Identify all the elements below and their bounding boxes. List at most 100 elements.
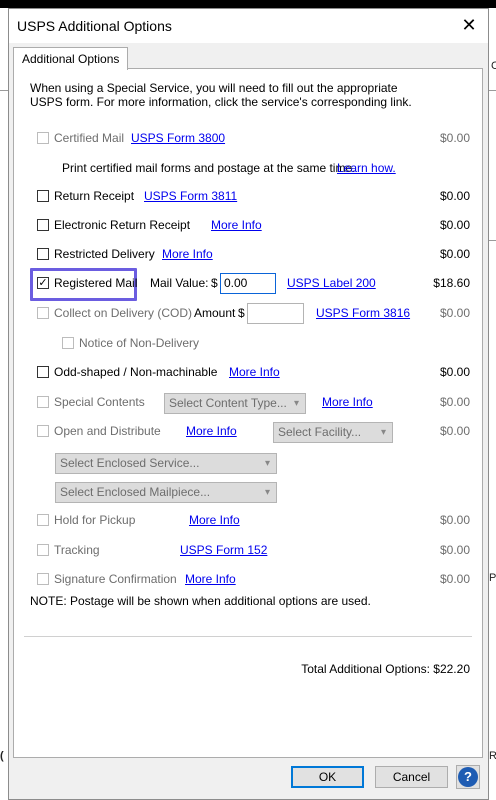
signature-confirmation-checkbox[interactable] [37, 573, 49, 585]
cod-checkbox[interactable] [37, 307, 49, 319]
return-receipt-link[interactable]: USPS Form 3811 [144, 189, 237, 203]
registered-mail-checkbox[interactable]: ✓ [37, 277, 49, 289]
cod-amount-label: Amount [194, 306, 236, 320]
option-notice-non-delivery: Notice of Non-Delivery [14, 334, 482, 356]
enclosed-service-value: Select Enclosed Service... [60, 456, 200, 470]
option-special-contents: Special Contents Select Content Type... … [14, 393, 482, 415]
registered-mail-link[interactable]: USPS Label 200 [287, 276, 376, 290]
certified-mail-link[interactable]: USPS Form 3800 [131, 131, 225, 145]
registered-mail-label: Registered Mail [54, 276, 138, 290]
background-divider [489, 90, 496, 91]
title-bar: USPS Additional Options ✕ [9, 9, 488, 43]
checkmark-icon: ✓ [38, 277, 48, 289]
cancel-button[interactable]: Cancel [375, 766, 448, 788]
help-icon: ? [458, 767, 478, 787]
ok-button[interactable]: OK [291, 766, 364, 788]
mail-value-label: Mail Value: [150, 276, 209, 290]
option-cod: Collect on Delivery (COD) Amount $ USPS … [14, 303, 482, 326]
special-contents-price: $0.00 [439, 395, 470, 409]
content-type-select[interactable]: Select Content Type... ▾ [164, 393, 306, 414]
tracking-price: $0.00 [439, 543, 470, 557]
usps-additional-options-dialog: USPS Additional Options ✕ Additional Opt… [8, 8, 489, 800]
cod-amount-input[interactable] [247, 303, 304, 324]
electronic-return-receipt-link[interactable]: More Info [211, 218, 262, 232]
mail-value-currency: $ [211, 276, 218, 290]
background-text: C [491, 60, 496, 72]
return-receipt-checkbox[interactable] [37, 190, 49, 202]
odd-shaped-link[interactable]: More Info [229, 365, 280, 379]
certified-note-row: Print certified mail forms and postage a… [14, 159, 482, 181]
chevron-down-icon: ▾ [264, 487, 270, 498]
special-contents-label: Special Contents [54, 395, 145, 409]
facility-select[interactable]: Select Facility... ▾ [273, 422, 393, 443]
facility-value: Select Facility... [278, 425, 362, 439]
option-restricted-delivery: Restricted Delivery More Info $0.00 [14, 245, 482, 267]
electronic-return-receipt-checkbox[interactable] [37, 219, 49, 231]
option-registered-mail: ✓ Registered Mail Mail Value: $ 0.00 USP… [14, 273, 482, 296]
open-distribute-link[interactable]: More Info [186, 424, 237, 438]
tracking-link[interactable]: USPS Form 152 [180, 543, 267, 557]
return-receipt-label: Return Receipt [54, 189, 135, 203]
certified-mail-label: Certified Mail [54, 131, 125, 145]
hold-pickup-checkbox[interactable] [37, 514, 49, 526]
hold-pickup-link[interactable]: More Info [189, 513, 240, 527]
option-open-distribute: Open and Distribute More Info Select Fac… [14, 422, 482, 444]
signature-confirmation-label: Signature Confirmation [54, 572, 177, 586]
notice-non-delivery-checkbox[interactable] [62, 337, 74, 349]
background-divider [0, 90, 8, 91]
cod-link[interactable]: USPS Form 3816 [316, 306, 410, 320]
option-hold-pickup: Hold for Pickup More Info $0.00 [14, 511, 482, 533]
option-return-receipt: Return Receipt USPS Form 3811 $0.00 [14, 187, 482, 209]
tab-additional-options[interactable]: Additional Options [13, 47, 129, 70]
chevron-down-icon: ▾ [264, 458, 270, 469]
tracking-label: Tracking [54, 543, 100, 557]
signature-confirmation-price: $0.00 [439, 572, 470, 586]
options-panel: When using a Special Service, you will n… [13, 68, 483, 758]
certified-mail-price: $0.00 [439, 131, 470, 145]
intro-text: When using a Special Service, you will n… [30, 81, 412, 109]
background-divider [489, 240, 496, 241]
odd-shaped-checkbox[interactable] [37, 366, 49, 378]
open-distribute-price: $0.00 [439, 424, 470, 438]
electronic-return-receipt-label: Electronic Return Receipt [54, 218, 191, 232]
certified-note-text: Print certified mail forms and postage a… [62, 161, 356, 175]
option-certified-mail: Certified Mail USPS Form 3800 $0.00 [14, 129, 482, 151]
screen-top-bar [0, 0, 496, 8]
restricted-delivery-price: $0.00 [439, 247, 470, 261]
background-text: Pr [489, 572, 496, 584]
option-signature-confirmation: Signature Confirmation More Info $0.00 [14, 570, 482, 592]
postage-note: NOTE: Postage will be shown when additio… [30, 594, 371, 608]
hold-pickup-price: $0.00 [439, 513, 470, 527]
odd-shaped-price: $0.00 [439, 365, 470, 379]
registered-mail-price: $18.60 [433, 276, 470, 290]
cod-currency: $ [238, 306, 245, 320]
restricted-delivery-link[interactable]: More Info [162, 247, 213, 261]
open-distribute-checkbox[interactable] [37, 425, 49, 437]
tracking-checkbox[interactable] [37, 544, 49, 556]
mail-value-input[interactable]: 0.00 [220, 273, 276, 294]
background-text: R [489, 750, 496, 762]
odd-shaped-label: Odd-shaped / Non-machinable [54, 365, 218, 379]
electronic-return-receipt-price: $0.00 [439, 218, 470, 232]
certified-mail-checkbox[interactable] [37, 132, 49, 144]
open-distribute-label: Open and Distribute [54, 424, 161, 438]
total-additional-options: Total Additional Options: $22.20 [301, 662, 470, 676]
restricted-delivery-checkbox[interactable] [37, 248, 49, 260]
option-odd-shaped: Odd-shaped / Non-machinable More Info $0… [14, 363, 482, 385]
chevron-down-icon: ▾ [293, 398, 299, 409]
return-receipt-price: $0.00 [439, 189, 470, 203]
background-text: ( [0, 750, 4, 762]
special-contents-link[interactable]: More Info [322, 395, 373, 409]
special-contents-checkbox[interactable] [37, 396, 49, 408]
option-tracking: Tracking USPS Form 152 $0.00 [14, 541, 482, 563]
close-icon[interactable]: ✕ [456, 13, 482, 37]
enclosed-mailpiece-value: Select Enclosed Mailpiece... [60, 485, 211, 499]
learn-how-link[interactable]: Learn how. [337, 161, 396, 175]
signature-confirmation-link[interactable]: More Info [185, 572, 236, 586]
enclosed-mailpiece-select[interactable]: Select Enclosed Mailpiece... ▾ [55, 482, 277, 503]
separator [24, 636, 472, 637]
enclosed-service-select[interactable]: Select Enclosed Service... ▾ [55, 453, 277, 474]
notice-non-delivery-label: Notice of Non-Delivery [79, 336, 200, 350]
help-button[interactable]: ? [456, 765, 480, 789]
hold-pickup-label: Hold for Pickup [54, 513, 136, 527]
